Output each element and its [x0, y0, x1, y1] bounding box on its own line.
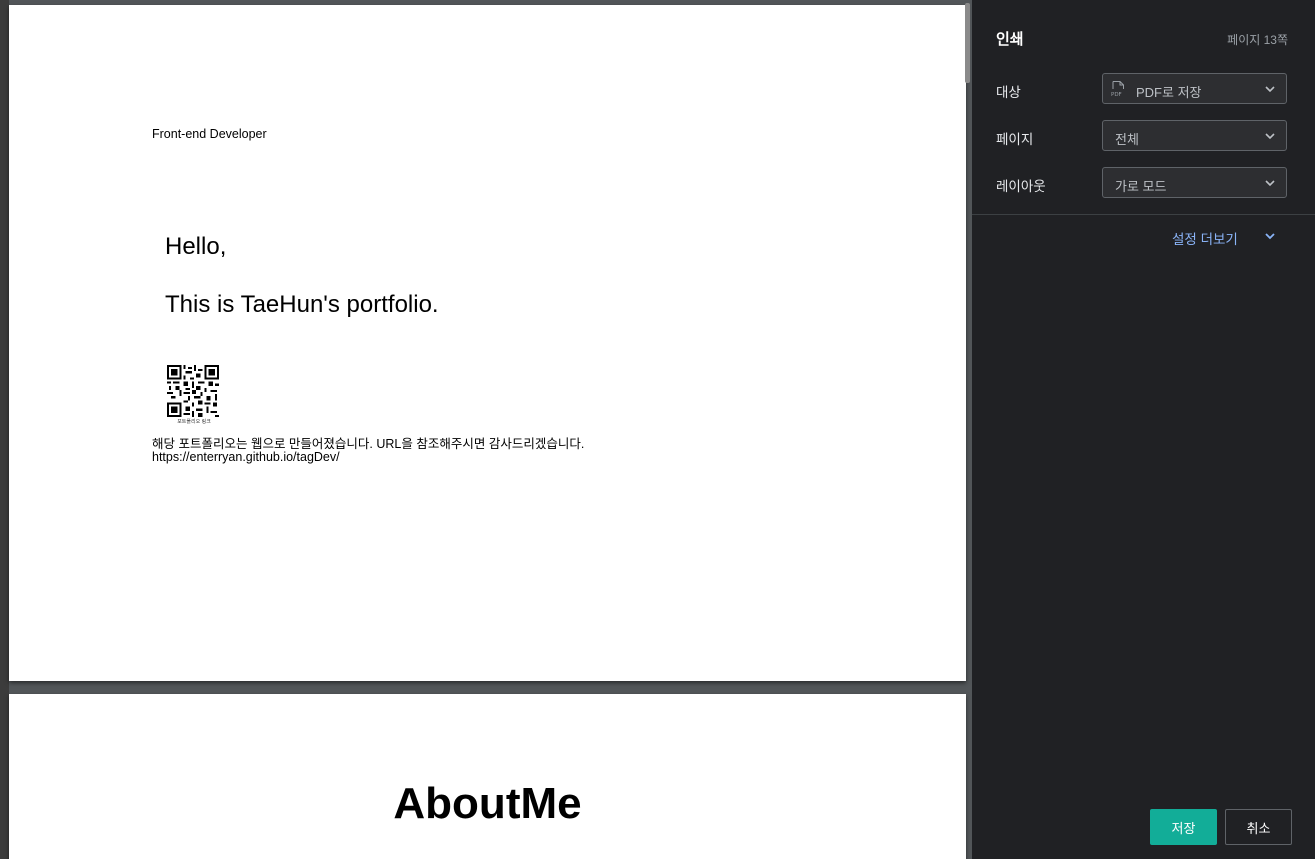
print-preview-area: Front-end Developer Hello, This is TaeHu… — [0, 0, 972, 859]
print-title: 인쇄 — [996, 31, 1024, 48]
pages-select[interactable]: 전체 — [1102, 120, 1287, 151]
divider — [972, 214, 1315, 215]
svg-text:PDF: PDF — [1111, 92, 1122, 97]
print-settings-panel: 인쇄 페이지 13쪽 대상 PDF PDF로 저장 페이지 전체 레이아웃 가로… — [972, 0, 1315, 859]
preview-page-2: AboutMe — [9, 694, 966, 859]
chevron-down-icon[interactable] — [1264, 230, 1276, 242]
intro-text: This is TaeHun's portfolio. — [165, 291, 439, 318]
aboutme-heading: AboutMe — [393, 779, 582, 828]
pdf-file-icon: PDF — [1111, 81, 1124, 97]
layout-select[interactable]: 가로 모드 — [1102, 167, 1287, 198]
chevron-down-icon — [1265, 180, 1275, 187]
pages-label: 페이지 — [996, 132, 1034, 147]
greeting-text: Hello, — [165, 233, 227, 260]
preview-page-1: Front-end Developer Hello, This is TaeHu… — [9, 5, 966, 681]
chevron-down-icon — [1265, 133, 1275, 140]
qr-caption: 포트폴리오 링크 — [177, 419, 211, 425]
more-settings-link[interactable]: 설정 더보기 — [1172, 228, 1238, 248]
layout-value: 가로 모드 — [1115, 179, 1167, 194]
destination-value: PDF로 저장 — [1136, 85, 1202, 100]
destination-select[interactable]: PDF PDF로 저장 — [1102, 73, 1287, 104]
portfolio-url: https://enterryan.github.io/tagDev/ — [152, 450, 340, 464]
page-count: 페이지 13쪽 — [1227, 33, 1288, 47]
destination-label: 대상 — [996, 85, 1021, 100]
left-edge — [0, 0, 9, 859]
pages-value: 전체 — [1115, 132, 1139, 147]
qr-code-image — [167, 365, 219, 417]
preview-scrollbar[interactable] — [965, 3, 970, 83]
save-button[interactable]: 저장 — [1150, 809, 1217, 845]
layout-label: 레이아웃 — [996, 179, 1046, 194]
chevron-down-icon — [1265, 86, 1275, 93]
cancel-button[interactable]: 취소 — [1225, 809, 1292, 845]
role-text: Front-end Developer — [152, 127, 267, 141]
